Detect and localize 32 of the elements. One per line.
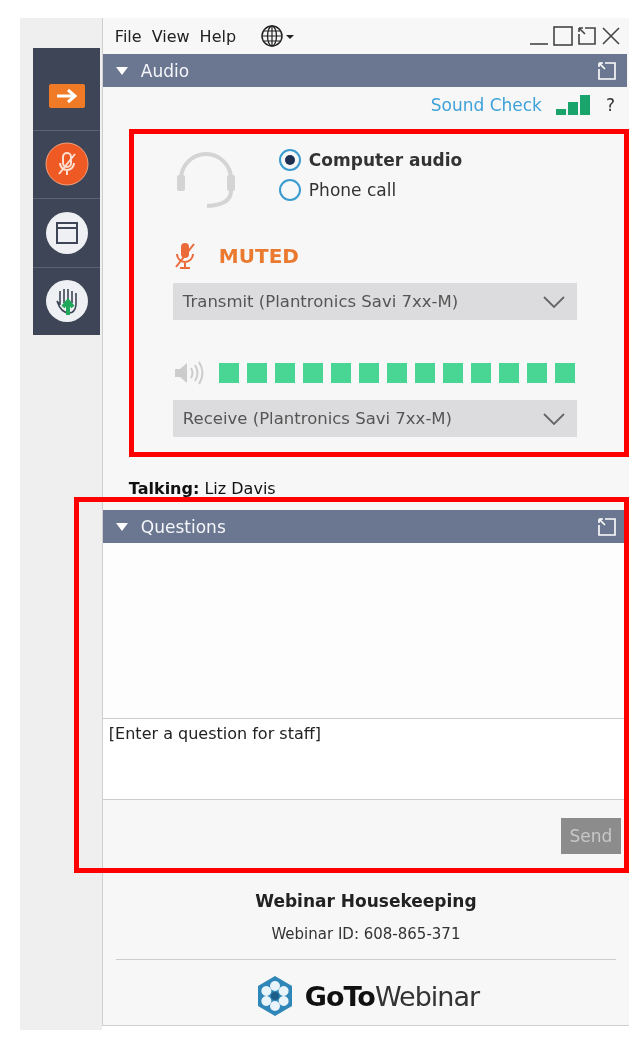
- menu-item[interactable]: Help: [199, 26, 237, 46]
- menu-item[interactable]: File: [114, 26, 142, 46]
- section-title: Questions: [140, 516, 226, 537]
- collapse-icon[interactable]: [114, 65, 129, 76]
- audio-header[interactable]: Audio: [102, 54, 627, 87]
- question-input-field[interactable]: [Enter a question for staff]: [102, 719, 627, 800]
- maximize-icon[interactable]: [553, 26, 573, 46]
- questions-header[interactable]: Questions: [102, 510, 627, 543]
- popout-icon[interactable]: [577, 26, 597, 46]
- screen-button[interactable]: [44, 210, 89, 255]
- help-icon[interactable]: ?: [605, 95, 615, 115]
- webinar-title: Webinar Housekeeping: [255, 891, 477, 911]
- mute-mic-button[interactable]: [44, 142, 89, 187]
- raise-hand-button[interactable]: [44, 279, 89, 324]
- mute-status: MUTED: [218, 244, 299, 268]
- close-icon[interactable]: [601, 26, 621, 46]
- webinar-id: Webinar ID: 608-865-371: [271, 925, 461, 943]
- collapse-panel-button[interactable]: [48, 83, 85, 108]
- menu-item[interactable]: View: [151, 26, 190, 46]
- talking-status: Talking: Liz Davis: [127, 478, 277, 500]
- signal-bars-icon: [555, 95, 592, 115]
- audio-mode-radio[interactable]: Phone call: [278, 179, 463, 201]
- collapse-icon[interactable]: [114, 521, 129, 532]
- transmit-dropdown[interactable]: Transmit (Plantronics Savi 7xx-M): [172, 283, 577, 320]
- speaker-icon: [172, 360, 205, 386]
- audio-mode-radio[interactable]: Computer audio: [278, 149, 463, 171]
- chevron-down-icon: [542, 412, 565, 425]
- brand-name: GoToWebinar: [304, 980, 480, 1012]
- chevron-down-icon: [542, 295, 565, 308]
- receive-dropdown[interactable]: Receive (Plantronics Savi 7xx-M): [172, 400, 577, 437]
- globe-dropdown-icon[interactable]: [260, 24, 297, 48]
- section-title: Audio: [140, 60, 190, 81]
